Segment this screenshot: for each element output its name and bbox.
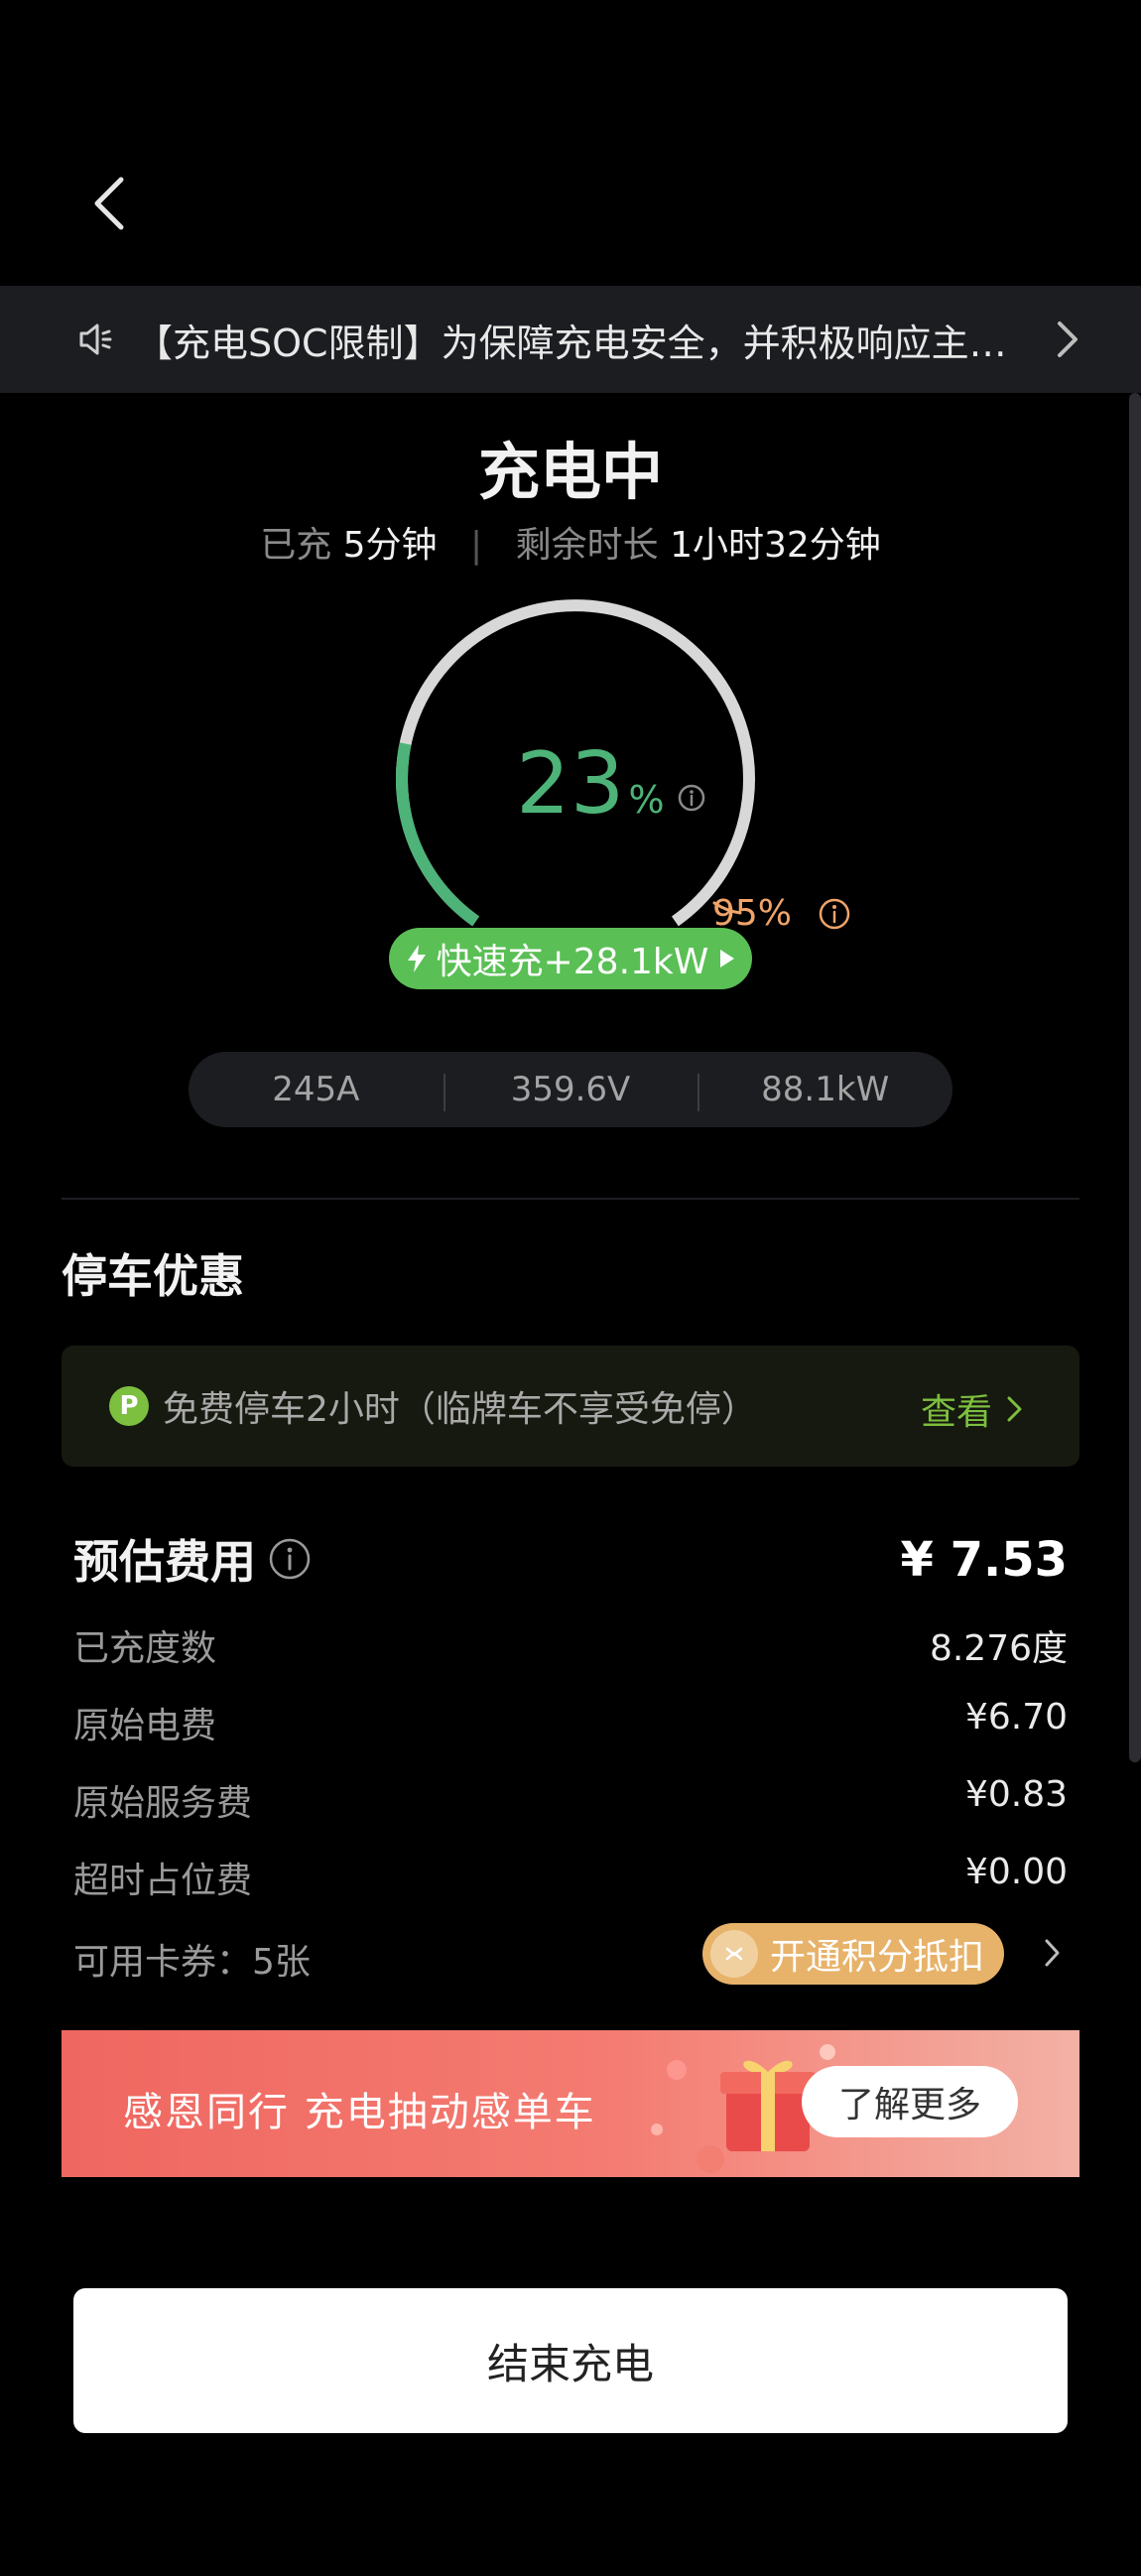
divider	[62, 1198, 1079, 1200]
fee-row-value: 8.276度	[929, 1628, 1068, 1669]
fee-row-label: 原始电费	[73, 1706, 217, 1746]
notice-text: 【充电SOC限制】为保障充电安全，并积极响应主管...	[135, 321, 1028, 365]
chevron-right-icon	[1007, 1396, 1022, 1422]
enable-points-button[interactable]: 开通积分抵扣	[702, 1923, 1004, 1985]
info-icon[interactable]	[818, 897, 851, 931]
charging-status-subtitle: 已充 5分钟 | 剩余时长 1小时32分钟	[0, 516, 1141, 568]
fee-row-electricity: 原始电费 ¥6.70	[73, 1697, 1068, 1748]
fee-row-label: 超时占位费	[73, 1861, 253, 1901]
info-icon[interactable]	[677, 783, 706, 813]
chevron-right-icon	[1045, 1939, 1060, 1967]
charged-time-value: 5分钟	[342, 525, 438, 566]
parking-offer-card[interactable]: P 免费停车2小时（临牌车不享受免停） 查看	[62, 1346, 1079, 1467]
remaining-time-label: 剩余时长	[515, 525, 659, 566]
parking-view-label: 查看	[920, 1392, 992, 1433]
chevron-right-icon	[1058, 322, 1078, 357]
fee-row-label: 已充度数	[73, 1628, 217, 1669]
charging-metrics: 245A 359.6V 88.1kW	[189, 1052, 952, 1127]
fee-row-value: ¥0.00	[964, 1852, 1068, 1892]
promo-banner[interactable]: 感恩同行 充电抽动感单车 了解更多	[62, 2030, 1079, 2177]
fast-charge-button[interactable]: 快速充+28.1kW	[389, 928, 752, 989]
enable-points-label: 开通积分抵扣	[770, 1937, 985, 1978]
coupon-row[interactable]: 可用卡券：5张 开通积分抵扣	[73, 1923, 1068, 1985]
fee-row-energy: 已充度数 8.276度	[73, 1619, 1068, 1671]
power-value: 88.1kW	[697, 1070, 952, 1111]
estimated-fee-title: 预估费用	[73, 1526, 312, 1592]
learn-more-button[interactable]: 了解更多	[802, 2066, 1018, 2137]
fee-row-value: ¥0.83	[964, 1774, 1068, 1815]
lightning-icon	[407, 945, 426, 972]
fast-charge-label: 快速充+28.1kW	[436, 942, 709, 982]
info-icon[interactable]	[268, 1537, 312, 1581]
back-button[interactable]	[79, 169, 139, 238]
speaker-icon	[79, 323, 112, 355]
estimated-fee-total: ¥ 7.53	[900, 1532, 1068, 1588]
coin-icon	[710, 1930, 758, 1978]
gauge-progress	[395, 742, 480, 927]
estimated-fee-label: 预估费用	[73, 1535, 256, 1589]
fee-row-service: 原始服务费 ¥0.83	[73, 1774, 1068, 1826]
charge-percent-sign: %	[628, 778, 665, 822]
parking-offer-text: 免费停车2小时（临牌车不享受免停）	[163, 1389, 757, 1430]
fee-row-overtime: 超时占位费 ¥0.00	[73, 1852, 1068, 1903]
coupon-count: 可用卡券：5张	[73, 1942, 311, 1983]
parking-icon: P	[109, 1386, 149, 1426]
remaining-time-value: 1小时32分钟	[670, 525, 881, 566]
charged-time-label: 已充	[260, 525, 332, 566]
voltage-value: 359.6V	[443, 1070, 698, 1111]
chevron-left-icon	[94, 177, 124, 230]
fee-row-value: ¥6.70	[964, 1697, 1068, 1738]
end-charging-button[interactable]: 结束充电	[73, 2288, 1068, 2433]
charge-percent-value: 23	[516, 734, 625, 834]
fee-row-label: 原始服务费	[73, 1783, 253, 1824]
separator: |	[470, 525, 483, 566]
play-icon	[720, 950, 735, 967]
parking-section-title: 停车优惠	[62, 1249, 244, 1303]
scrollbar[interactable]	[1129, 393, 1141, 1762]
notice-bar[interactable]: 【充电SOC限制】为保障充电安全，并积极响应主管...	[0, 286, 1141, 393]
soc-limit: 95%	[712, 893, 851, 934]
current-value: 245A	[272, 1070, 360, 1109]
promo-banner-text: 感恩同行 充电抽动感单车	[123, 2090, 596, 2135]
charging-status-title: 充电中	[477, 436, 663, 508]
charge-percent: 23 %	[516, 734, 706, 834]
parking-view-link[interactable]: 查看	[921, 1383, 1024, 1435]
